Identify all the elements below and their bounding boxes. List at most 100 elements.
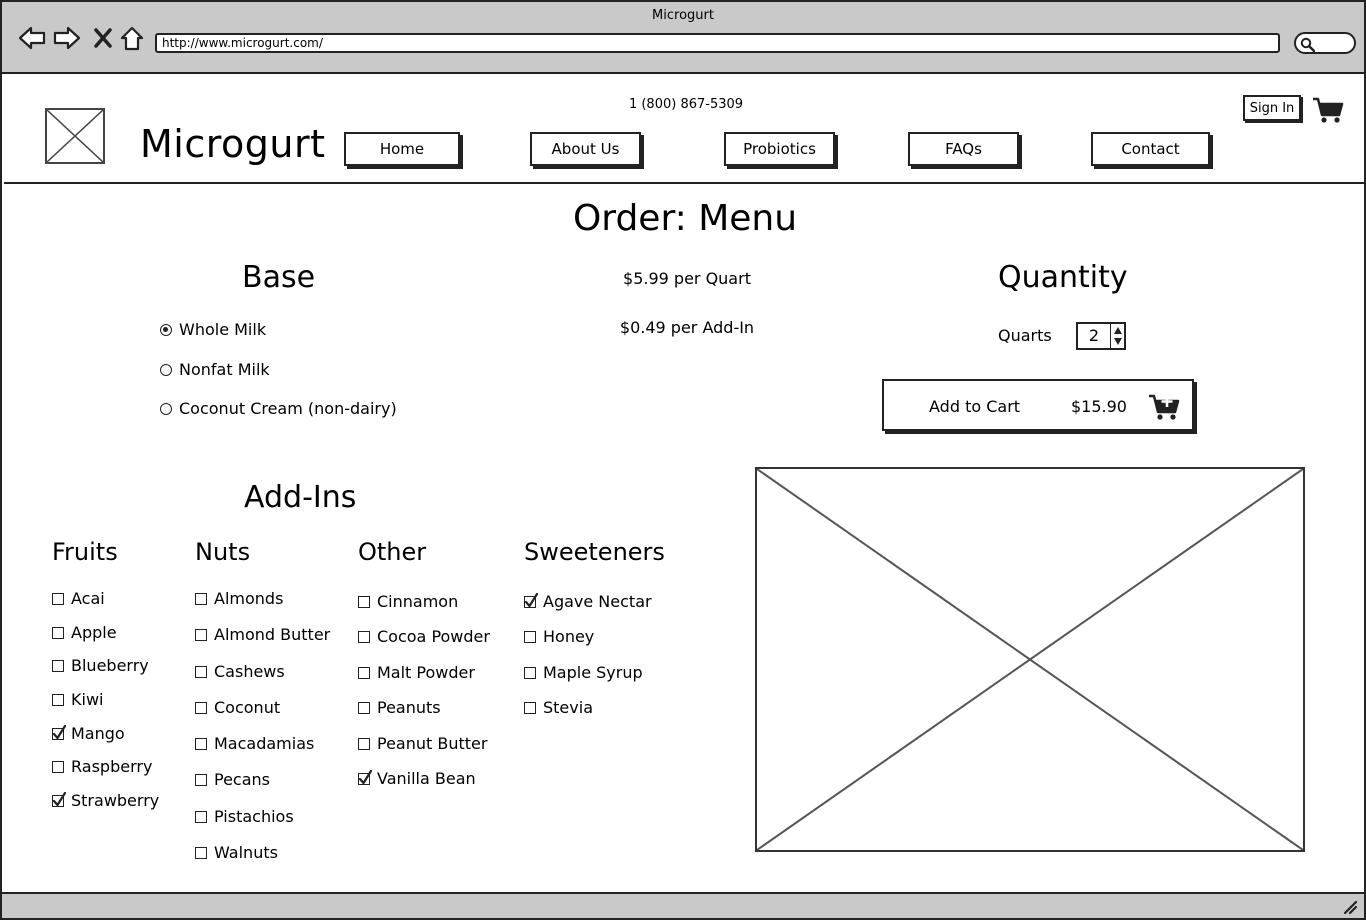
checkbox-pistachios[interactable]: Pistachios xyxy=(195,807,294,826)
nav-probiotics-button[interactable]: Probiotics xyxy=(724,132,835,166)
nav-faqs-button[interactable]: FAQs xyxy=(908,132,1019,166)
nuts-heading: Nuts xyxy=(195,538,251,566)
checkbox-almonds[interactable]: Almonds xyxy=(195,589,283,608)
checkbox-checked-icon xyxy=(52,791,67,807)
radio-icon xyxy=(160,363,172,376)
checkbox-strawberry[interactable]: Strawberry xyxy=(52,791,159,810)
checkbox-almond-butter[interactable]: Almond Butter xyxy=(195,625,330,644)
quantity-stepper[interactable]: 2 xyxy=(1076,322,1126,350)
radio-selected-icon xyxy=(160,323,172,336)
radio-label: Whole Milk xyxy=(179,320,267,339)
checkbox-vanilla-bean[interactable]: Vanilla Bean xyxy=(358,769,476,788)
checkbox-label: Malt Powder xyxy=(377,663,475,682)
forward-icon[interactable] xyxy=(53,24,81,52)
url-input[interactable]: http://www.microgurt.com/ xyxy=(155,33,1280,53)
checkbox-malt-powder[interactable]: Malt Powder xyxy=(358,663,475,682)
header-divider xyxy=(4,182,1366,184)
checkbox-honey[interactable]: Honey xyxy=(524,627,594,646)
checkbox-label: Pecans xyxy=(214,770,270,789)
checkbox-icon xyxy=(524,701,536,714)
stop-icon[interactable] xyxy=(89,24,117,52)
checkbox-apple[interactable]: Apple xyxy=(52,623,117,642)
radio-nonfat-milk[interactable]: Nonfat Milk xyxy=(160,360,270,379)
status-bar xyxy=(2,892,1364,918)
nav-contact-button[interactable]: Contact xyxy=(1091,132,1210,166)
checkbox-checked-icon xyxy=(52,724,67,740)
brand-name[interactable]: Microgurt xyxy=(140,122,326,166)
checkbox-label: Cocoa Powder xyxy=(377,627,490,646)
checkbox-icon xyxy=(52,592,64,605)
checkbox-walnuts[interactable]: Walnuts xyxy=(195,843,278,862)
quantity-value[interactable]: 2 xyxy=(1078,324,1110,348)
checkbox-cocoa-powder[interactable]: Cocoa Powder xyxy=(358,627,490,646)
checkbox-label: Strawberry xyxy=(71,791,160,810)
add-to-cart-button[interactable]: Add to Cart $15.90 xyxy=(882,379,1194,431)
window-title: Microgurt xyxy=(652,8,714,23)
browser-toolbar: Microgurt http://www.microgurt.com/ xyxy=(2,2,1364,74)
checkbox-peanuts[interactable]: Peanuts xyxy=(358,698,441,717)
checkbox-icon xyxy=(358,737,370,750)
radio-whole-milk[interactable]: Whole Milk xyxy=(160,320,266,339)
checkbox-label: Cinnamon xyxy=(377,592,459,611)
checkbox-coconut[interactable]: Coconut xyxy=(195,698,280,717)
checkbox-stevia[interactable]: Stevia xyxy=(524,698,593,717)
back-icon[interactable] xyxy=(18,24,46,52)
checkbox-icon xyxy=(195,737,207,750)
checkbox-icon xyxy=(524,630,536,643)
cart-add-icon xyxy=(1148,393,1180,425)
checkbox-icon xyxy=(52,693,64,706)
checkbox-icon xyxy=(195,810,207,823)
nav-home-button[interactable]: Home xyxy=(344,132,460,166)
home-icon[interactable] xyxy=(118,24,146,52)
checkbox-agave-nectar[interactable]: Agave Nectar xyxy=(524,592,652,611)
checkbox-blueberry[interactable]: Blueberry xyxy=(52,656,149,675)
fruits-heading: Fruits xyxy=(52,538,118,566)
nav-about-button[interactable]: About Us xyxy=(530,132,641,166)
checkbox-pecans[interactable]: Pecans xyxy=(195,770,270,789)
checkbox-kiwi[interactable]: Kiwi xyxy=(52,690,103,709)
checkbox-label: Agave Nectar xyxy=(543,592,652,611)
image-placeholder-icon xyxy=(47,110,103,162)
checkbox-label: Macadamias xyxy=(214,734,315,753)
checkbox-maple-syrup[interactable]: Maple Syrup xyxy=(524,663,643,682)
checkbox-icon xyxy=(195,846,207,859)
checkbox-label: Cashews xyxy=(214,662,285,681)
checkbox-icon xyxy=(195,701,207,714)
checkbox-icon xyxy=(358,666,370,679)
checkbox-label: Raspberry xyxy=(71,757,153,776)
checkbox-mango[interactable]: Mango xyxy=(52,724,125,743)
other-heading: Other xyxy=(358,538,427,566)
checkbox-label: Blueberry xyxy=(71,656,149,675)
base-title: Base xyxy=(242,260,316,295)
checkbox-label: Vanilla Bean xyxy=(377,769,476,788)
checkbox-cinnamon[interactable]: Cinnamon xyxy=(358,592,458,611)
sign-in-button[interactable]: Sign In xyxy=(1243,95,1301,121)
browser-search-field[interactable] xyxy=(1294,32,1356,54)
checkbox-icon xyxy=(195,592,207,605)
checkbox-peanut-butter[interactable]: Peanut Butter xyxy=(358,734,487,753)
checkbox-cashews[interactable]: Cashews xyxy=(195,662,285,681)
add-to-cart-label: Add to Cart xyxy=(929,397,1021,416)
logo-placeholder[interactable] xyxy=(45,108,105,164)
checkbox-label: Stevia xyxy=(543,698,593,717)
cart-icon[interactable] xyxy=(1312,96,1344,128)
search-icon xyxy=(1300,37,1316,53)
checkbox-icon xyxy=(358,701,370,714)
product-image-placeholder xyxy=(755,467,1305,852)
radio-coconut-cream[interactable]: Coconut Cream (non-dairy) xyxy=(160,399,397,418)
phone-number: 1 (800) 867-5309 xyxy=(628,97,744,112)
resize-grip-icon[interactable] xyxy=(1342,899,1358,915)
checkbox-label: Mango xyxy=(71,724,125,743)
checkbox-macadamias[interactable]: Macadamias xyxy=(195,734,314,753)
stepper-arrows[interactable] xyxy=(1110,324,1124,348)
checkbox-label: Walnuts xyxy=(214,843,278,862)
checkbox-label: Apple xyxy=(71,623,117,642)
checkbox-label: Honey xyxy=(543,627,595,646)
radio-icon xyxy=(160,402,172,415)
checkbox-icon xyxy=(358,630,370,643)
price-per-quart: $5.99 per Quart xyxy=(623,269,751,288)
checkbox-acai[interactable]: Acai xyxy=(52,589,105,608)
checkbox-raspberry[interactable]: Raspberry xyxy=(52,757,152,776)
radio-label: Nonfat Milk xyxy=(179,360,270,379)
checkbox-icon xyxy=(52,659,64,672)
